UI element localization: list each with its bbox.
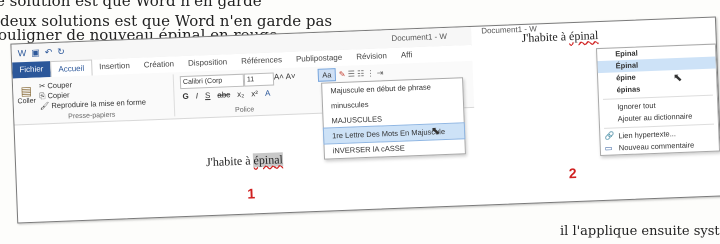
bullets-icon[interactable]: ☰ [348, 69, 356, 78]
subscript-icon[interactable]: x₂ [237, 90, 244, 99]
article-bottom-line: il l'applique ensuite systématiquem [560, 224, 720, 239]
font-size-select[interactable]: 11 [243, 72, 275, 87]
text-effects-icon[interactable]: A [265, 89, 271, 98]
cut-label: Couper [47, 80, 73, 91]
clipboard-icon: ▤ [20, 83, 33, 99]
screenshot-frame: W ▣ ↶ ↻ Document1 - W Fichier Accueil In… [10, 16, 720, 224]
font-group: Calibri (Corp 11 A˄ A˅ G I S abc x₂ x² A… [172, 68, 316, 117]
document-text-right: J'habite à épinal [521, 28, 598, 46]
strikethrough-icon[interactable]: abc [217, 90, 230, 99]
quick-access-toolbar: W ▣ ↶ ↻ [18, 47, 65, 60]
cut-button[interactable]: ✂ Couper [39, 80, 72, 90]
grow-font-icon[interactable]: A˄ A˅ [274, 72, 296, 82]
doc-text-prefix: J'habite à [205, 153, 254, 170]
copy-label: Copier [47, 90, 70, 101]
article-line-1: e solution est que Word n'en garde [0, 0, 262, 10]
multilevel-list-icon[interactable]: ⋮ [366, 69, 374, 78]
tab-design[interactable]: Création [137, 56, 182, 74]
superscript-icon[interactable]: x² [251, 89, 258, 98]
paragraph-icons: ✎ ☰ ☷ ⋮ ⇥ [339, 68, 384, 79]
clipboard-group-label: Presse-papiers [68, 111, 116, 121]
change-case-menu: Majuscule en début de phrase minuscules … [321, 77, 466, 160]
callout-number-2: 2 [568, 164, 577, 182]
bold-icon[interactable]: G [182, 92, 189, 101]
tab-file[interactable]: Fichier [12, 61, 51, 79]
paste-button[interactable]: ▤ Coller [17, 84, 36, 106]
ignore-all-label: Ignorer tout [617, 100, 656, 112]
mouse-cursor-icon: ⬉ [430, 125, 441, 138]
numbering-icon[interactable]: ☷ [357, 69, 365, 78]
comment-icon: ▭ [604, 143, 613, 153]
format-row: G I S abc x₂ x² A [182, 89, 270, 101]
magazine-page: e solution est que Word n'en garde deux … [0, 0, 720, 244]
tab-review[interactable]: Révision [349, 48, 394, 66]
add-to-dictionary-label: Ajouter au dictionnaire [617, 111, 693, 124]
word-logo-icon: W [17, 48, 27, 59]
undo-icon[interactable]: ↶ [45, 47, 53, 58]
screenshot-panel: W ▣ ↶ ↻ Document1 - W Fichier Accueil In… [0, 6, 720, 224]
selected-word[interactable]: épinal [253, 152, 284, 168]
callout-number-1: 1 [247, 185, 256, 202]
tab-home[interactable]: Accueil [50, 59, 93, 78]
tab-view[interactable]: Affi [394, 47, 420, 64]
highlight-icon[interactable]: ✎ [339, 70, 346, 79]
paste-label: Coller [17, 97, 37, 106]
window-title: Document1 - W [391, 31, 448, 43]
tab-insert[interactable]: Insertion [92, 58, 137, 76]
hyperlink-label: Lien hypertexte... [618, 129, 677, 141]
right-text-prefix: J'habite à [521, 29, 570, 45]
misspelled-word[interactable]: épinal [569, 28, 599, 43]
font-group-label: Police [234, 106, 255, 115]
link-icon: 🔗 [604, 131, 615, 141]
clipboard-group: ▤ Coller ✂ Couper ⎘ Copier 🖌 Reproduire … [17, 75, 169, 123]
spelling-context-menu: Epinal Épinal épine épinas Ignorer tout … [595, 43, 720, 157]
mouse-cursor-icon-right: ⬉ [672, 71, 683, 85]
save-icon[interactable]: ▣ [31, 47, 40, 58]
document-text-left: J'habite à épinal [205, 152, 284, 170]
change-case-button[interactable]: Aa [317, 68, 337, 82]
indent-icon[interactable]: ⇥ [377, 68, 384, 77]
new-comment-label: Nouveau commentaire [618, 140, 695, 153]
underline-icon[interactable]: S [205, 91, 211, 100]
redo-icon[interactable]: ↻ [57, 47, 65, 58]
italic-icon[interactable]: I [196, 91, 199, 100]
font-family-select[interactable]: Calibri (Corp [179, 73, 245, 90]
